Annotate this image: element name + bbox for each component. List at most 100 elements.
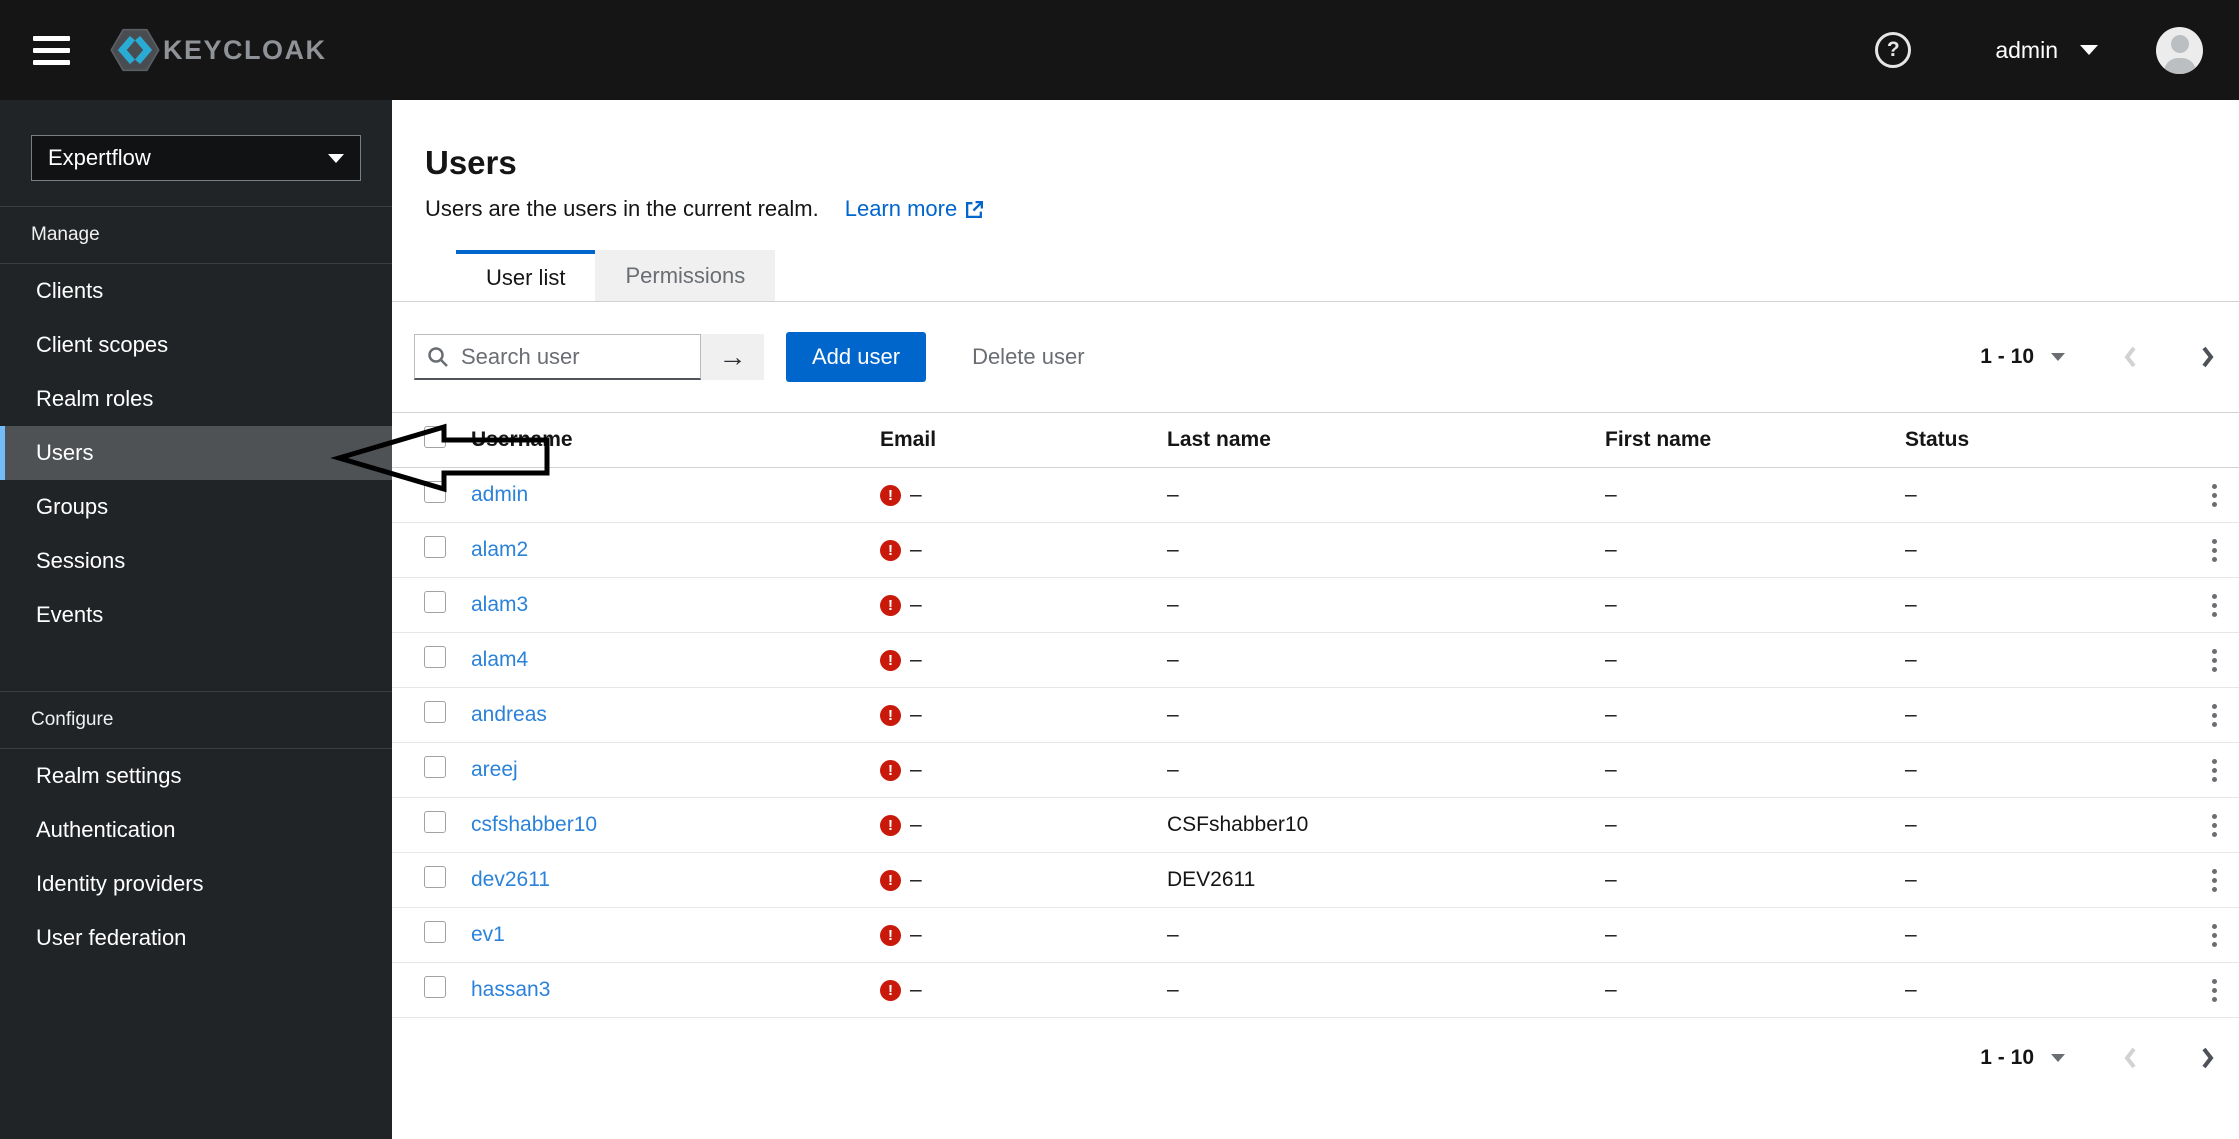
sidebar-item-realm-roles[interactable]: Realm roles: [0, 372, 392, 426]
topbar-right: ? admin: [1875, 26, 2203, 74]
kebab-menu-icon[interactable]: [2206, 863, 2223, 898]
learn-more-link[interactable]: Learn more: [845, 196, 986, 222]
table-row: hassan3 ! – – – –: [392, 963, 2239, 1018]
username-link[interactable]: ev1: [471, 923, 505, 946]
select-all-checkbox[interactable]: [424, 426, 446, 448]
avatar[interactable]: [2156, 26, 2203, 74]
tab-permissions[interactable]: Permissions: [595, 250, 776, 301]
email-value: –: [910, 648, 922, 671]
tab-user-list[interactable]: User list: [456, 250, 596, 301]
table-row: alam3 ! – – – –: [392, 578, 2239, 633]
email-warning-icon: !: [880, 704, 901, 726]
email-warning-icon: !: [880, 759, 901, 781]
username-link[interactable]: hassan3: [471, 978, 550, 1001]
last-name-value: DEV2611: [1167, 868, 1256, 891]
sidebar-item-sessions[interactable]: Sessions: [0, 534, 392, 588]
sidebar-item-user-federation[interactable]: User federation: [0, 911, 392, 965]
username-link[interactable]: areej: [471, 758, 518, 781]
username-link[interactable]: alam4: [471, 648, 528, 671]
row-checkbox[interactable]: [424, 481, 446, 503]
last-name-value: –: [1167, 648, 1179, 671]
table-row: andreas ! – – – –: [392, 688, 2239, 743]
previous-page-button[interactable]: [2123, 1046, 2138, 1070]
search-submit-button[interactable]: →: [701, 334, 764, 380]
username-link[interactable]: alam2: [471, 538, 528, 561]
kebab-menu-icon[interactable]: [2206, 753, 2223, 788]
previous-page-button[interactable]: [2123, 345, 2138, 369]
keycloak-logo: KEYCLOAK: [108, 28, 327, 72]
pagination-range: 1 - 10: [1980, 1046, 2034, 1069]
user-menu[interactable]: admin: [1995, 37, 2098, 64]
chevron-down-icon: [2051, 353, 2065, 361]
row-checkbox[interactable]: [424, 756, 446, 778]
keycloak-hexagon-icon: [110, 28, 160, 72]
email-value: –: [910, 483, 922, 506]
first-name-value: –: [1605, 593, 1617, 616]
delete-user-button[interactable]: Delete user: [972, 344, 1085, 370]
sidebar-item-realm-settings[interactable]: Realm settings: [0, 749, 392, 803]
chevron-left-icon: [2124, 346, 2136, 368]
last-name-value: –: [1167, 593, 1179, 616]
first-name-value: –: [1605, 978, 1617, 1001]
status-value: –: [1905, 978, 1917, 1001]
row-checkbox[interactable]: [424, 701, 446, 723]
chevron-down-icon: [2051, 1054, 2065, 1062]
realm-switcher[interactable]: Expertflow: [31, 135, 361, 181]
last-name-value: –: [1167, 483, 1179, 506]
table-row: ev1 ! – – – –: [392, 908, 2239, 963]
row-checkbox[interactable]: [424, 921, 446, 943]
kebab-menu-icon[interactable]: [2206, 973, 2223, 1008]
column-header-first-name: First name: [1605, 428, 1712, 451]
nav-section-manage: Manage: [31, 224, 100, 245]
email-warning-icon: !: [880, 814, 901, 836]
hamburger-menu-icon[interactable]: [33, 35, 70, 65]
pagination-range-toggle[interactable]: 1 - 10: [1980, 345, 2065, 369]
pagination-range-toggle[interactable]: 1 - 10: [1980, 1046, 2065, 1070]
row-checkbox[interactable]: [424, 976, 446, 998]
first-name-value: –: [1605, 483, 1617, 506]
sidebar-item-identity-providers[interactable]: Identity providers: [0, 857, 392, 911]
sidebar-item-users[interactable]: Users: [0, 426, 392, 480]
username-link[interactable]: alam3: [471, 593, 528, 616]
kebab-menu-icon[interactable]: [2206, 698, 2223, 733]
username-link[interactable]: csfshabber10: [471, 813, 597, 836]
next-page-button[interactable]: [2200, 345, 2215, 369]
email-value: –: [910, 593, 922, 616]
username-link[interactable]: dev2611: [471, 868, 550, 891]
sidebar-item-clients[interactable]: Clients: [0, 264, 392, 318]
last-name-value: –: [1167, 538, 1179, 561]
column-header-last-name: Last name: [1167, 428, 1271, 451]
status-value: –: [1905, 813, 1917, 836]
add-user-button[interactable]: Add user: [786, 332, 927, 382]
sidebar-item-client-scopes[interactable]: Client scopes: [0, 318, 392, 372]
status-value: –: [1905, 758, 1917, 781]
next-page-button[interactable]: [2200, 1046, 2215, 1070]
row-checkbox[interactable]: [424, 536, 446, 558]
status-value: –: [1905, 703, 1917, 726]
kebab-menu-icon[interactable]: [2206, 918, 2223, 953]
help-icon[interactable]: ?: [1875, 32, 1912, 68]
kebab-menu-icon[interactable]: [2206, 533, 2223, 568]
row-checkbox[interactable]: [424, 866, 446, 888]
chevron-left-icon: [2124, 1047, 2136, 1069]
kebab-menu-icon[interactable]: [2206, 588, 2223, 623]
sidebar-item-groups[interactable]: Groups: [0, 480, 392, 534]
row-checkbox[interactable]: [424, 646, 446, 668]
username-link[interactable]: andreas: [471, 703, 547, 726]
kebab-menu-icon[interactable]: [2206, 478, 2223, 513]
table-row: admin ! – – – –: [392, 468, 2239, 523]
status-value: –: [1905, 538, 1917, 561]
username-link[interactable]: admin: [471, 483, 528, 506]
first-name-value: –: [1605, 923, 1617, 946]
pagination-top: 1 - 10: [1980, 345, 2215, 369]
row-checkbox[interactable]: [424, 811, 446, 833]
status-value: –: [1905, 923, 1917, 946]
search-input[interactable]: [461, 343, 661, 370]
sidebar-item-authentication[interactable]: Authentication: [0, 803, 392, 857]
table-row: areej ! – – – –: [392, 743, 2239, 798]
sidebar-item-events[interactable]: Events: [0, 588, 392, 642]
kebab-menu-icon[interactable]: [2206, 643, 2223, 678]
shell: Expertflow Manage Clients Client scopes …: [0, 100, 2239, 1139]
kebab-menu-icon[interactable]: [2206, 808, 2223, 843]
row-checkbox[interactable]: [424, 591, 446, 613]
